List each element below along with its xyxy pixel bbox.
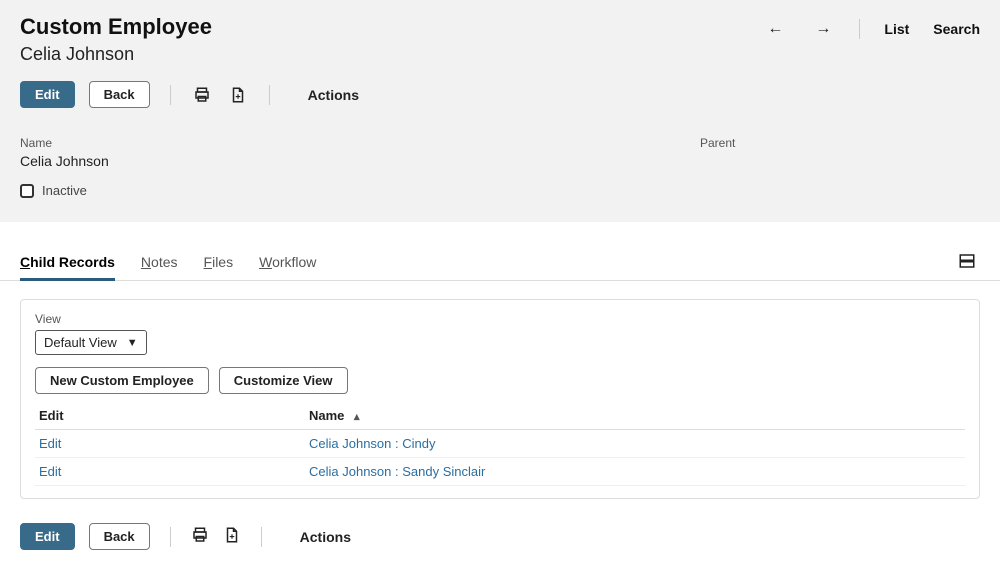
tab-label: F: [204, 254, 213, 270]
parent-field-label: Parent: [700, 136, 980, 150]
tab-files[interactable]: Files: [204, 244, 234, 280]
view-selected-value: Default View: [44, 335, 117, 350]
name-field-value: Celia Johnson: [20, 153, 700, 169]
row-name-link[interactable]: Celia Johnson : Sandy Sinclair: [309, 464, 485, 479]
row-edit-link[interactable]: Edit: [39, 436, 61, 451]
col-name-header[interactable]: Name ▴: [305, 402, 965, 430]
inactive-label: Inactive: [42, 183, 87, 198]
page-title: Custom Employee: [20, 14, 212, 40]
tab-label: C: [20, 254, 30, 270]
customize-view-button[interactable]: Customize View: [219, 367, 348, 394]
table-row: Edit Celia Johnson : Cindy: [35, 430, 965, 458]
tab-label-rest: otes: [151, 254, 177, 270]
col-edit-header[interactable]: Edit: [35, 402, 305, 430]
tab-label: N: [141, 254, 151, 270]
row-edit-link[interactable]: Edit: [39, 464, 61, 479]
actions-menu[interactable]: Actions: [308, 87, 359, 103]
tab-label-rest: hild Records: [30, 254, 115, 270]
tab-notes[interactable]: Notes: [141, 244, 178, 280]
divider: [170, 85, 171, 105]
chevron-down-icon: ▼: [127, 337, 138, 349]
row-name-link[interactable]: Celia Johnson : Cindy: [309, 436, 435, 451]
tabs-layout-icon[interactable]: [954, 248, 980, 277]
page-subtitle: Celia Johnson: [20, 44, 212, 65]
divider: [859, 19, 860, 39]
child-records-table: Edit Name ▴ Edit Celia Johnson : Cindy E…: [35, 402, 965, 486]
name-field-label: Name: [20, 136, 700, 150]
view-select[interactable]: Default View ▼: [35, 330, 147, 355]
edit-button[interactable]: Edit: [20, 81, 75, 108]
divider: [269, 85, 270, 105]
tab-child-records[interactable]: Child Records: [20, 244, 115, 280]
nav-list[interactable]: List: [884, 21, 909, 37]
col-name-label: Name: [309, 408, 344, 423]
nav-search[interactable]: Search: [933, 21, 980, 37]
sort-asc-icon: ▴: [354, 411, 360, 423]
back-button[interactable]: Back: [89, 81, 150, 108]
nav-forward-arrow[interactable]: →: [811, 18, 835, 40]
new-document-icon[interactable]: [227, 84, 249, 106]
new-custom-employee-button[interactable]: New Custom Employee: [35, 367, 209, 394]
tab-label-rest: iles: [212, 254, 233, 270]
nav-back-arrow[interactable]: ←: [763, 18, 787, 40]
tab-workflow[interactable]: Workflow: [259, 244, 316, 280]
print-icon[interactable]: [191, 84, 213, 106]
table-row: Edit Celia Johnson : Sandy Sinclair: [35, 458, 965, 486]
inactive-checkbox[interactable]: [20, 184, 34, 198]
view-label: View: [35, 312, 965, 326]
tab-label-rest: orkflow: [272, 254, 316, 270]
tab-label: W: [259, 254, 272, 270]
child-records-panel: View Default View ▼ New Custom Employee …: [20, 299, 980, 499]
